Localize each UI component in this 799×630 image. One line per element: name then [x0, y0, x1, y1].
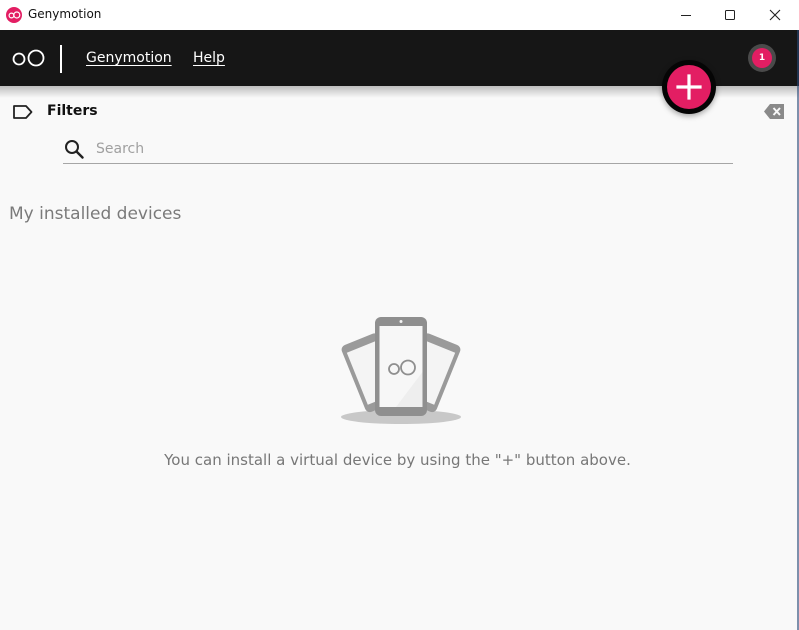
section-title: My installed devices [9, 204, 182, 224]
close-button[interactable] [752, 0, 798, 30]
window-titlebar: Genymotion [0, 0, 799, 30]
genymotion-logo [12, 48, 46, 72]
maximize-button[interactable] [707, 0, 753, 30]
empty-state-message: You can install a virtual device by usin… [164, 451, 631, 469]
minimize-button[interactable] [663, 0, 709, 30]
search-field [63, 136, 733, 164]
minimize-icon [681, 15, 691, 16]
phones-illustration [336, 312, 466, 431]
maximize-icon [725, 10, 735, 20]
search-icon [65, 140, 84, 159]
filters-tag-icon [12, 104, 34, 124]
close-icon [769, 9, 781, 21]
search-input[interactable] [96, 138, 726, 160]
backspace-clear-icon [764, 104, 784, 119]
menu-help[interactable]: Help [193, 50, 225, 66]
genymotion-logo-icon [12, 49, 45, 67]
clear-filters-button[interactable] [764, 104, 784, 123]
toolbar-divider [60, 45, 62, 73]
filters-label: Filters [47, 103, 98, 119]
app-logo-icon [6, 7, 22, 23]
notifications-button[interactable]: 1 [748, 44, 776, 72]
add-device-button[interactable] [662, 60, 716, 114]
window-title: Genymotion [28, 7, 102, 21]
plus-icon [676, 74, 702, 100]
notification-badge: 1 [752, 48, 772, 68]
menu-genymotion[interactable]: Genymotion [86, 50, 172, 66]
